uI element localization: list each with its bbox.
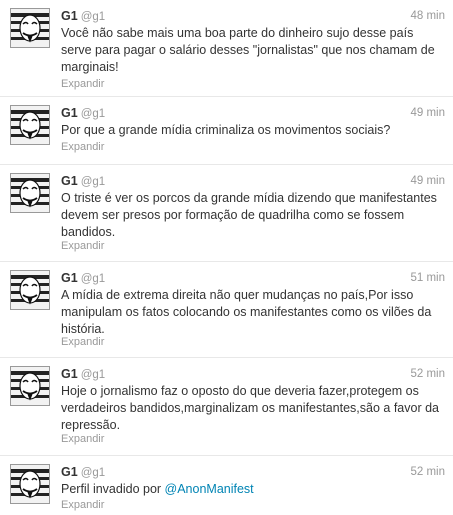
tweet-item[interactable]: G1 @g1 52 min Perfil invadido por @AnonMa… — [0, 456, 453, 515]
expand-link[interactable]: Expandir — [61, 140, 104, 154]
tweet-author-handle[interactable]: @g1 — [81, 369, 105, 381]
anonymous-mask-avatar-icon — [11, 9, 49, 47]
tweet-item[interactable]: G1 @g1 49 min O triste é ver os porcos da… — [0, 165, 453, 262]
tweet-timestamp[interactable]: 49 min — [410, 173, 445, 189]
tweet-author-handle[interactable]: @g1 — [81, 176, 105, 188]
tweet-author-handle[interactable]: @g1 — [81, 108, 105, 120]
tweet-author-name[interactable]: G1 — [61, 367, 78, 381]
tweet-text: Hoje o jornalismo faz o oposto do que de… — [61, 384, 439, 432]
tweet-text: A mídia de extrema direita não quer muda… — [61, 288, 432, 336]
avatar[interactable] — [10, 105, 50, 145]
tweet-header: G1 @g1 49 min — [61, 105, 445, 121]
tweet-header: G1 @g1 48 min — [61, 8, 445, 24]
tweet-text: Você não sabe mais uma boa parte do dinh… — [61, 26, 435, 74]
tweet-author-name[interactable]: G1 — [61, 106, 78, 120]
anonymous-mask-avatar-icon — [11, 465, 49, 503]
tweet-author-handle[interactable]: @g1 — [81, 467, 105, 479]
tweet-text-prefix: Perfil invadido por — [61, 482, 165, 496]
tweet-item[interactable]: G1 @g1 48 min Você não sabe mais uma boa … — [0, 0, 453, 97]
tweet-timestamp[interactable]: 48 min — [410, 8, 445, 24]
mention-link[interactable]: @AnonManifest — [165, 482, 254, 496]
avatar[interactable] — [10, 366, 50, 406]
tweet-header: G1 @g1 49 min — [61, 173, 445, 189]
tweet-author-handle[interactable]: @g1 — [81, 273, 105, 285]
avatar[interactable] — [10, 464, 50, 504]
avatar[interactable] — [10, 173, 50, 213]
tweet-header: G1 @g1 52 min — [61, 366, 445, 382]
tweet-timeline: G1 @g1 48 min Você não sabe mais uma boa … — [0, 0, 453, 515]
tweet-text: Perfil invadido por @AnonManifest — [61, 481, 445, 498]
anonymous-mask-avatar-icon — [11, 106, 49, 144]
tweet-author-name[interactable]: G1 — [61, 9, 78, 23]
tweet-item[interactable]: G1 @g1 52 min Hoje o jornalismo faz o opo… — [0, 358, 453, 456]
anonymous-mask-avatar-icon — [11, 271, 49, 309]
expand-link[interactable]: Expandir — [61, 335, 104, 349]
tweet-author-name[interactable]: G1 — [61, 271, 78, 285]
avatar[interactable] — [10, 8, 50, 48]
tweet-header: G1 @g1 52 min — [61, 464, 445, 480]
anonymous-mask-avatar-icon — [11, 367, 49, 405]
tweet-timestamp[interactable]: 52 min — [410, 464, 445, 480]
expand-link[interactable]: Expandir — [61, 432, 104, 446]
anonymous-mask-avatar-icon — [11, 174, 49, 212]
expand-link[interactable]: Expandir — [61, 77, 104, 91]
avatar[interactable] — [10, 270, 50, 310]
tweet-author-name[interactable]: G1 — [61, 174, 78, 188]
tweet-item[interactable]: G1 @g1 49 min Por que a grande mídia crim… — [0, 97, 453, 165]
tweet-timestamp[interactable]: 49 min — [410, 105, 445, 121]
tweet-header: G1 @g1 51 min — [61, 270, 445, 286]
tweet-timestamp[interactable]: 52 min — [410, 366, 445, 382]
tweet-text: O triste é ver os porcos da grande mídia… — [61, 191, 437, 239]
expand-link[interactable]: Expandir — [61, 239, 104, 253]
tweet-timestamp[interactable]: 51 min — [410, 270, 445, 286]
tweet-author-handle[interactable]: @g1 — [81, 11, 105, 23]
tweet-author-name[interactable]: G1 — [61, 465, 78, 479]
tweet-text: Por que a grande mídia criminaliza os mo… — [61, 123, 391, 137]
expand-link[interactable]: Expandir — [61, 498, 104, 512]
tweet-item[interactable]: G1 @g1 51 min A mídia de extrema direita … — [0, 262, 453, 358]
